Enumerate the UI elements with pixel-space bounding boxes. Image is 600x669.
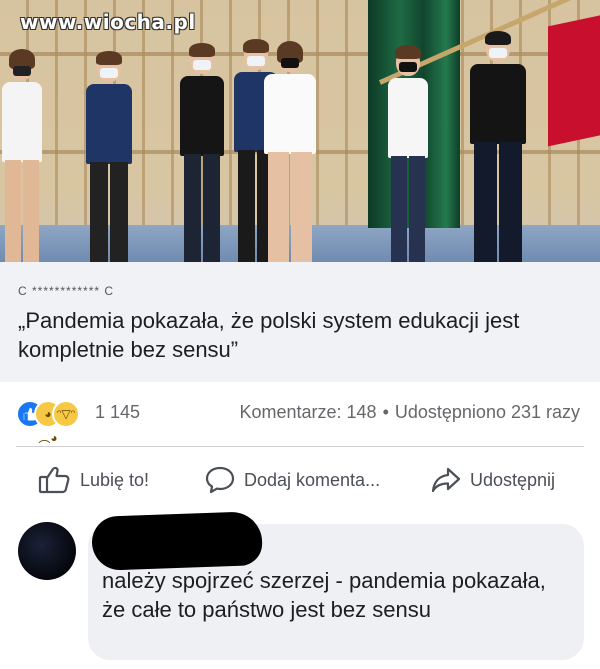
divider bbox=[16, 446, 584, 447]
link-preview[interactable]: C ************ C „Pandemia pokazała, że … bbox=[0, 262, 600, 382]
redacted-author-name bbox=[91, 511, 263, 571]
student-figure bbox=[470, 31, 526, 262]
like-button[interactable]: Lubię to! bbox=[38, 454, 149, 506]
post-photo[interactable]: www.wiocha.pl bbox=[0, 0, 600, 262]
post-stats: ◕︵◕ ᵔ▽ᵔ 1 145 Komentarze: 148 • Udostępnio… bbox=[0, 390, 600, 445]
action-bar: Lubię to! Dodaj komenta... Udostępnij bbox=[0, 454, 600, 506]
source-label: C ************ C bbox=[18, 284, 115, 298]
post-headline[interactable]: „Pandemia pokazała, że polski system edu… bbox=[18, 306, 578, 364]
share-arrow-icon bbox=[431, 467, 461, 493]
shares-count[interactable]: Udostępniono 231 razy bbox=[395, 402, 580, 422]
comment-button[interactable]: Dodaj komenta... bbox=[204, 454, 380, 506]
comment-text: należy spojrzeć szerzej - pandemia pokaz… bbox=[102, 568, 546, 622]
student-figure bbox=[264, 41, 316, 262]
thumbs-up-icon bbox=[38, 466, 70, 494]
red-flag bbox=[548, 13, 600, 147]
separator-dot: • bbox=[382, 402, 389, 422]
student-figure bbox=[388, 45, 428, 262]
site-watermark: www.wiocha.pl bbox=[20, 10, 196, 34]
comment-button-label: Dodaj komenta... bbox=[244, 469, 381, 490]
haha-icon: ᵔ▽ᵔ bbox=[52, 400, 80, 428]
engagement-summary: Komentarze: 148 • Udostępniono 231 razy bbox=[239, 402, 580, 423]
commenter-avatar[interactable] bbox=[18, 522, 76, 580]
comment-bubble-icon bbox=[205, 466, 235, 494]
student-figure bbox=[86, 51, 132, 262]
comments-count[interactable]: Komentarze: 148 bbox=[239, 402, 376, 422]
reaction-count[interactable]: 1 145 bbox=[95, 402, 140, 423]
share-button[interactable]: Udostępnij bbox=[430, 454, 555, 506]
share-button-label: Udostępnij bbox=[470, 469, 556, 490]
student-figure bbox=[2, 49, 42, 262]
like-button-label: Lubię to! bbox=[80, 469, 150, 490]
student-figure bbox=[180, 43, 224, 262]
